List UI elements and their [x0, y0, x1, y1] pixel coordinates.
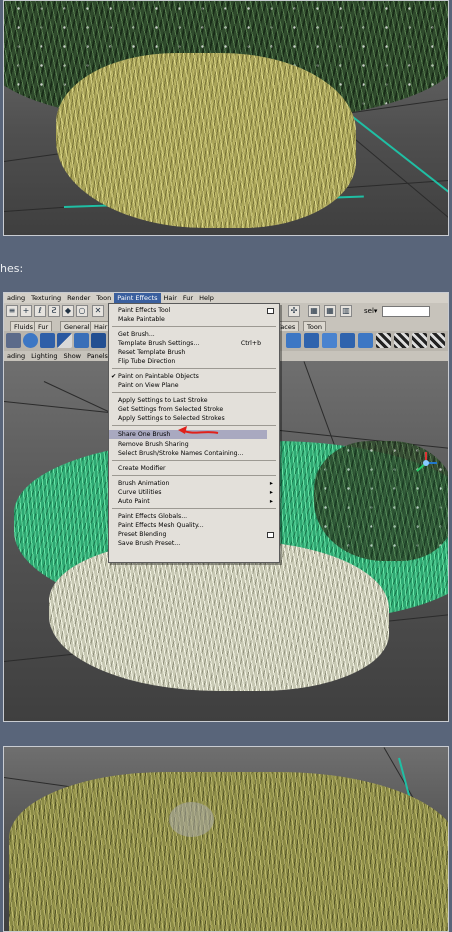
menu-help[interactable]: Help: [196, 293, 217, 303]
menu-item-save-brush-preset[interactable]: Save Brush Preset...: [118, 539, 275, 548]
menu-item-paint-effects-globals[interactable]: Paint Effects Globals...: [118, 512, 275, 521]
shelf-brush-icon[interactable]: [322, 333, 337, 348]
menu-separator: [112, 392, 276, 393]
lasso-icon[interactable]: ℓ: [34, 305, 46, 317]
selection-mode-label[interactable]: sel▾: [364, 307, 377, 315]
screenshot-top-viewport: [3, 0, 449, 236]
ipr-render-icon[interactable]: ▦: [324, 305, 336, 317]
menu-separator: [112, 475, 276, 476]
menu-hair[interactable]: Hair: [161, 293, 180, 303]
white-grass-patch: [49, 541, 389, 691]
menu-item-paint-effects-tool[interactable]: Paint Effects Tool: [118, 306, 275, 315]
panel-menu-shading[interactable]: ading: [4, 351, 28, 361]
menu-icon[interactable]: ≡: [6, 305, 18, 317]
bare-ground-spot: [169, 802, 214, 837]
menu-item-paint-on-view-plane[interactable]: Paint on View Plane: [118, 381, 275, 390]
shelf-torus-icon[interactable]: [91, 333, 106, 348]
panel-menu-panels[interactable]: Panels: [84, 351, 111, 361]
rotate-icon[interactable]: ○: [76, 305, 88, 317]
shelf-brush-icon[interactable]: [340, 333, 355, 348]
menu-item-auto-paint[interactable]: Auto Paint ▸: [118, 497, 275, 506]
menu-item-make-paintable[interactable]: Make Paintable: [118, 315, 275, 324]
shelf-cylinder-icon[interactable]: [74, 333, 89, 348]
menu-item-curve-utilities[interactable]: Curve Utilities ▸: [118, 488, 275, 497]
yellow-grass-patch: [56, 53, 356, 228]
menu-item-reset-template-brush[interactable]: Reset Template Brush: [118, 348, 275, 357]
menu-separator: [112, 508, 276, 509]
viewport-3d-top: [4, 1, 448, 235]
move-icon[interactable]: +: [20, 305, 32, 317]
render-globals-icon[interactable]: ▥: [340, 305, 352, 317]
panel-menu-lighting[interactable]: Lighting: [28, 351, 60, 361]
axis-gizmo-icon: [416, 452, 437, 472]
viewport-3d-bottom: [4, 747, 448, 931]
screenshot-bottom-viewport: [3, 746, 449, 932]
menu-paint-effects[interactable]: Paint Effects: [114, 293, 161, 303]
submenu-arrow-icon: ▸: [269, 489, 273, 496]
menu-render[interactable]: Render: [64, 293, 93, 303]
main-menubar: ading Texturing Render Toon Paint Effects Hai…: [4, 293, 448, 303]
menu-separator: [112, 460, 276, 461]
shelf-brush-icon[interactable]: [304, 333, 319, 348]
menu-fur[interactable]: Fur: [180, 293, 196, 303]
menu-item-paint-on-paintable-objects[interactable]: ✔ Paint on Paintable Objects: [111, 372, 275, 381]
menu-item-flip-tube-direction[interactable]: Flip Tube Direction: [118, 357, 275, 366]
shelf-brush-icon[interactable]: [286, 333, 301, 348]
option-box-icon[interactable]: [267, 308, 274, 314]
menu-toon[interactable]: Toon: [93, 293, 114, 303]
checkmark-icon: ✔: [111, 373, 117, 380]
shortcut-label: Ctrl+b: [240, 340, 261, 347]
snap-settings-icon[interactable]: ✣: [288, 305, 300, 317]
paint-select-icon[interactable]: Ƨ: [48, 305, 60, 317]
menu-item-get-brush[interactable]: Get Brush...: [118, 330, 275, 339]
menu-item-get-settings-selected-stroke[interactable]: Get Settings from Selected Stroke: [118, 405, 275, 414]
submenu-arrow-icon: ▸: [269, 480, 273, 487]
shelf-checker-icon[interactable]: [376, 333, 391, 348]
menu-texturing[interactable]: Texturing: [28, 293, 64, 303]
render-icon[interactable]: ▦: [308, 305, 320, 317]
panel-menu-show[interactable]: Show: [60, 351, 84, 361]
menu-item-select-brush-stroke-names[interactable]: Select Brush/Stroke Names Containing...: [118, 449, 275, 458]
menu-separator: [112, 326, 276, 327]
screenshot-maya-menu: ading Texturing Render Toon Paint Effects Hai…: [3, 292, 449, 722]
menu-item-apply-settings-last-stroke[interactable]: Apply Settings to Last Stroke: [118, 396, 275, 405]
snap-icon[interactable]: ◆: [62, 305, 74, 317]
menu-item-template-brush-settings[interactable]: Template Brush Settings... Ctrl+b: [118, 339, 275, 348]
red-arrow-annotation-icon: [178, 426, 219, 434]
scale-icon[interactable]: ✕: [92, 305, 104, 317]
menu-item-brush-animation[interactable]: Brush Animation ▸: [118, 479, 275, 488]
shelf-checker-icon[interactable]: [430, 333, 445, 348]
option-box-icon[interactable]: [267, 532, 274, 538]
caption-text: hes:: [0, 262, 24, 275]
menu-separator: [112, 368, 276, 369]
shelf-brush-icon[interactable]: [358, 333, 373, 348]
shelf-checker-icon[interactable]: [412, 333, 427, 348]
olive-grass-patch: [9, 772, 448, 931]
menu-item-preset-blending[interactable]: Preset Blending: [118, 530, 275, 539]
menu-item-apply-settings-selected-strokes[interactable]: Apply Settings to Selected Strokes: [118, 414, 275, 423]
menu-shading[interactable]: ading: [4, 293, 28, 303]
menu-item-create-modifier[interactable]: Create Modifier: [118, 464, 275, 473]
menu-item-paint-effects-mesh-quality[interactable]: Paint Effects Mesh Quality...: [118, 521, 275, 530]
shelf-plane-icon[interactable]: [57, 333, 72, 348]
menu-item-remove-brush-sharing[interactable]: Remove Brush Sharing: [118, 440, 275, 449]
shelf-tool-icon[interactable]: [6, 333, 21, 348]
shelf-checker-icon[interactable]: [394, 333, 409, 348]
shelf-cube-icon[interactable]: [40, 333, 55, 348]
submenu-arrow-icon: ▸: [269, 498, 273, 505]
shelf-sphere-icon[interactable]: [23, 333, 38, 348]
selection-input[interactable]: [382, 306, 430, 317]
